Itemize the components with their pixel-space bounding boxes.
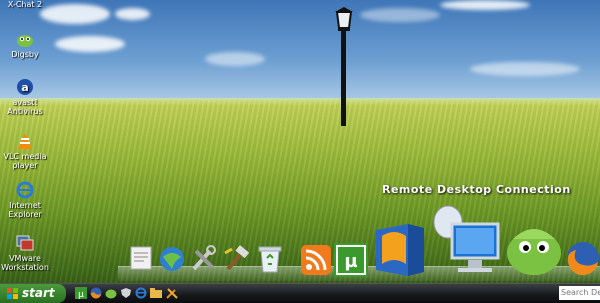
rss-icon[interactable] [300, 244, 332, 276]
utorrent-icon[interactable]: µ [334, 243, 368, 277]
start-button[interactable]: start [0, 284, 66, 303]
lamp-post [341, 28, 346, 126]
wallpaper-cloud [40, 4, 110, 24]
desktop-icon-label: Internet Explorer [8, 201, 42, 219]
firefox-icon[interactable] [564, 238, 600, 276]
desktop-icon-label: VLC media player [3, 152, 47, 170]
network-globe-icon[interactable] [158, 245, 186, 273]
tools-icon[interactable] [166, 287, 178, 299]
taskbar: start µ Search Des [0, 283, 600, 303]
wallpaper-cloud [115, 8, 150, 20]
avast-icon: a [17, 79, 33, 95]
start-label: start [22, 286, 55, 300]
search-input[interactable]: Search Des [559, 286, 600, 300]
lamp-icon [335, 7, 353, 31]
shield-icon[interactable] [120, 287, 132, 299]
desktop-icon-label: VMware Workstation [1, 254, 49, 272]
wallpaper-cloud [205, 52, 265, 66]
desktop-icon-label: Digsby [11, 50, 39, 59]
wallpaper-horizon [0, 98, 600, 106]
desktop-icon-label: X-Chat 2 [7, 0, 43, 9]
svg-text:µ: µ [344, 251, 357, 272]
desktop-icon-xchat[interactable]: X-Chat 2 [0, 0, 50, 9]
hammer-icon[interactable] [222, 245, 250, 273]
office-icon[interactable] [372, 220, 428, 278]
svg-text:a: a [21, 81, 28, 94]
utorrent-icon[interactable]: µ [75, 287, 87, 299]
ie-icon [16, 181, 34, 199]
svg-text:µ: µ [78, 290, 84, 299]
notes-icon[interactable] [128, 245, 154, 271]
windows-flag-icon [7, 288, 18, 299]
digsby-icon[interactable] [105, 287, 117, 299]
wallpaper-cloud [360, 8, 440, 22]
desktop-icon-vlc[interactable]: VLC media player [0, 132, 50, 170]
dock-active-label: Remote Desktop Connection [382, 183, 571, 196]
ie-icon[interactable] [135, 287, 147, 299]
vmware-icon [16, 235, 34, 251]
desktop-icon-ie[interactable]: Internet Explorer [0, 181, 50, 219]
folder-icon[interactable] [150, 287, 162, 299]
desktop-icon-vmware[interactable]: VMware Workstation [0, 234, 50, 272]
desktop-icon-label: avast! Antivirus [7, 98, 43, 116]
digsby-icon [17, 35, 33, 47]
firefox-icon[interactable] [90, 287, 102, 299]
wallpaper-cloud [55, 36, 125, 52]
wallpaper-cloud [470, 62, 580, 76]
remote-desktop-icon[interactable] [428, 204, 502, 278]
recycle-bin-icon[interactable] [256, 244, 284, 274]
wallpaper-cloud [440, 0, 530, 10]
digsby-icon[interactable] [505, 217, 563, 277]
desktop-icon-digsby[interactable]: Digsby [0, 30, 50, 59]
desktop-icon-avast[interactable]: a avast! Antivirus [0, 78, 50, 116]
tools-icon[interactable] [190, 245, 218, 273]
vlc-icon [18, 133, 32, 149]
